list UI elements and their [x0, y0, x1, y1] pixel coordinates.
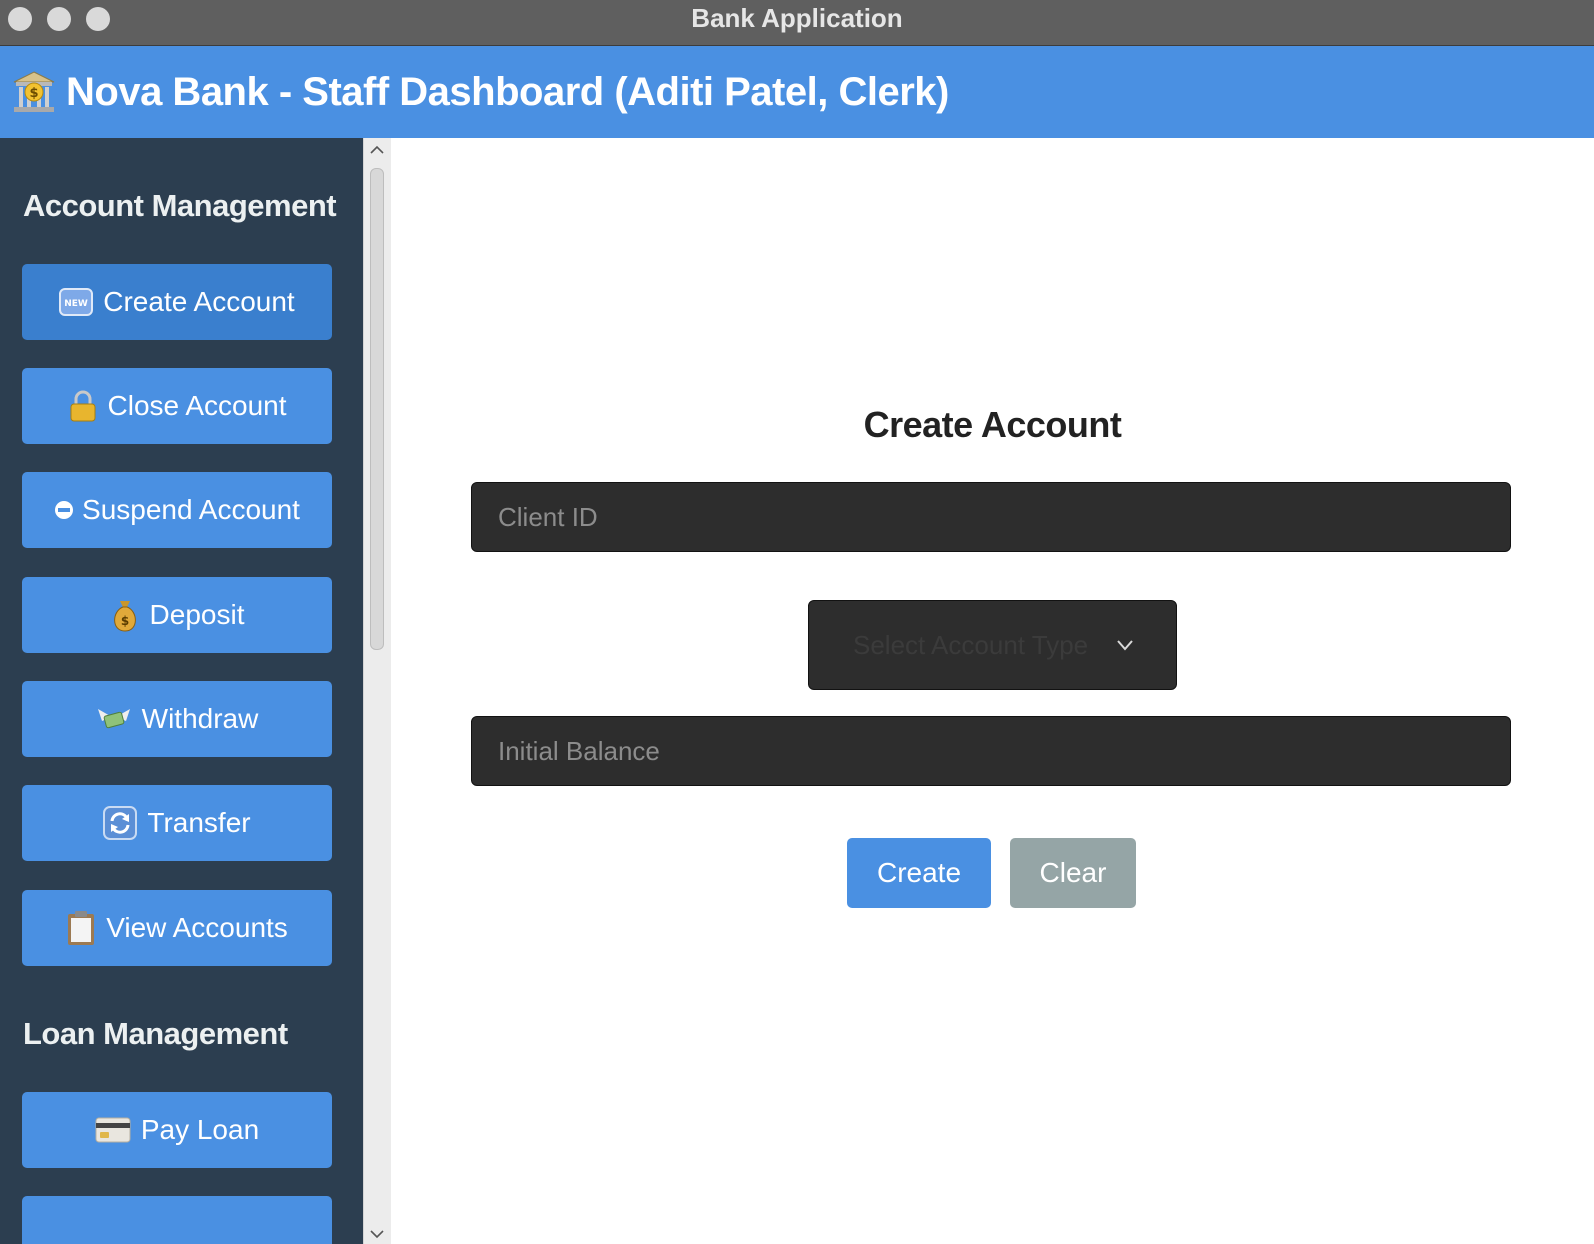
clear-button[interactable]: Clear [1010, 838, 1136, 908]
sidebar-view-accounts-button[interactable]: View Accounts [22, 890, 332, 966]
svg-text:NEW: NEW [64, 299, 88, 309]
lock-icon [68, 389, 98, 423]
sidebar-pay-loan-button[interactable]: Pay Loan [22, 1092, 332, 1168]
initial-balance-input[interactable] [471, 716, 1511, 786]
sidebar-item-label: Close Account [107, 390, 287, 421]
svg-text:$: $ [29, 86, 38, 101]
form-title: Create Account [863, 404, 1122, 445]
scroll-down-arrow-icon[interactable] [369, 1226, 385, 1242]
account-type-select[interactable]: Select Account Type [808, 600, 1177, 690]
bank-icon: $ [13, 71, 55, 112]
transfer-arrows-icon [103, 806, 138, 840]
sidebar-create-account-button[interactable]: NEW Create Account [22, 264, 332, 340]
money-bag-icon: $ [110, 597, 140, 633]
main-content: Create Account Select Account Type Creat… [391, 138, 1594, 1244]
money-wings-icon [96, 703, 132, 735]
sidebar-item-label: Withdraw [141, 703, 259, 734]
sidebar-scrollbar[interactable] [363, 138, 391, 1244]
window-title-bar: Bank Application [0, 0, 1594, 46]
svg-text:$: $ [120, 614, 128, 628]
sidebar-suspend-account-button[interactable]: Suspend Account [22, 472, 332, 548]
account-management-heading: Account Management [23, 188, 337, 223]
sidebar-withdraw-button[interactable]: Withdraw [22, 681, 332, 757]
clipboard-icon [66, 910, 96, 946]
client-id-input[interactable] [471, 482, 1511, 552]
sidebar-item-label: Suspend Account [82, 494, 300, 525]
sidebar-transfer-button[interactable]: Transfer [22, 785, 332, 861]
loan-management-heading: Loan Management [23, 1016, 288, 1051]
sidebar-deposit-button[interactable]: $ Deposit [22, 577, 332, 653]
sidebar-next-loan-button[interactable] [22, 1196, 332, 1244]
app-header: $ Nova Bank - Staff Dashboard (Aditi Pat… [0, 46, 1594, 138]
no-entry-icon [54, 500, 74, 520]
create-button[interactable]: Create [847, 838, 991, 908]
scrollbar-thumb[interactable] [370, 168, 384, 650]
sidebar-item-label: View Accounts [106, 912, 288, 943]
window-title: Bank Application [691, 3, 903, 33]
sidebar-item-label: Create Account [103, 286, 295, 317]
credit-card-icon [95, 1117, 131, 1143]
new-icon: NEW [59, 285, 94, 319]
sidebar-item-label: Pay Loan [140, 1114, 260, 1145]
header-title: Nova Bank - Staff Dashboard (Aditi Patel… [66, 70, 949, 114]
account-type-placeholder: Select Account Type [853, 630, 1089, 660]
sidebar: Account Management NEW Create Account Cl… [0, 138, 363, 1244]
scroll-up-arrow-icon[interactable] [369, 142, 385, 158]
chevron-down-icon [1117, 640, 1133, 651]
sidebar-close-account-button[interactable]: Close Account [22, 368, 332, 444]
sidebar-item-label: Deposit [149, 599, 245, 630]
sidebar-item-label: Transfer [147, 807, 251, 838]
